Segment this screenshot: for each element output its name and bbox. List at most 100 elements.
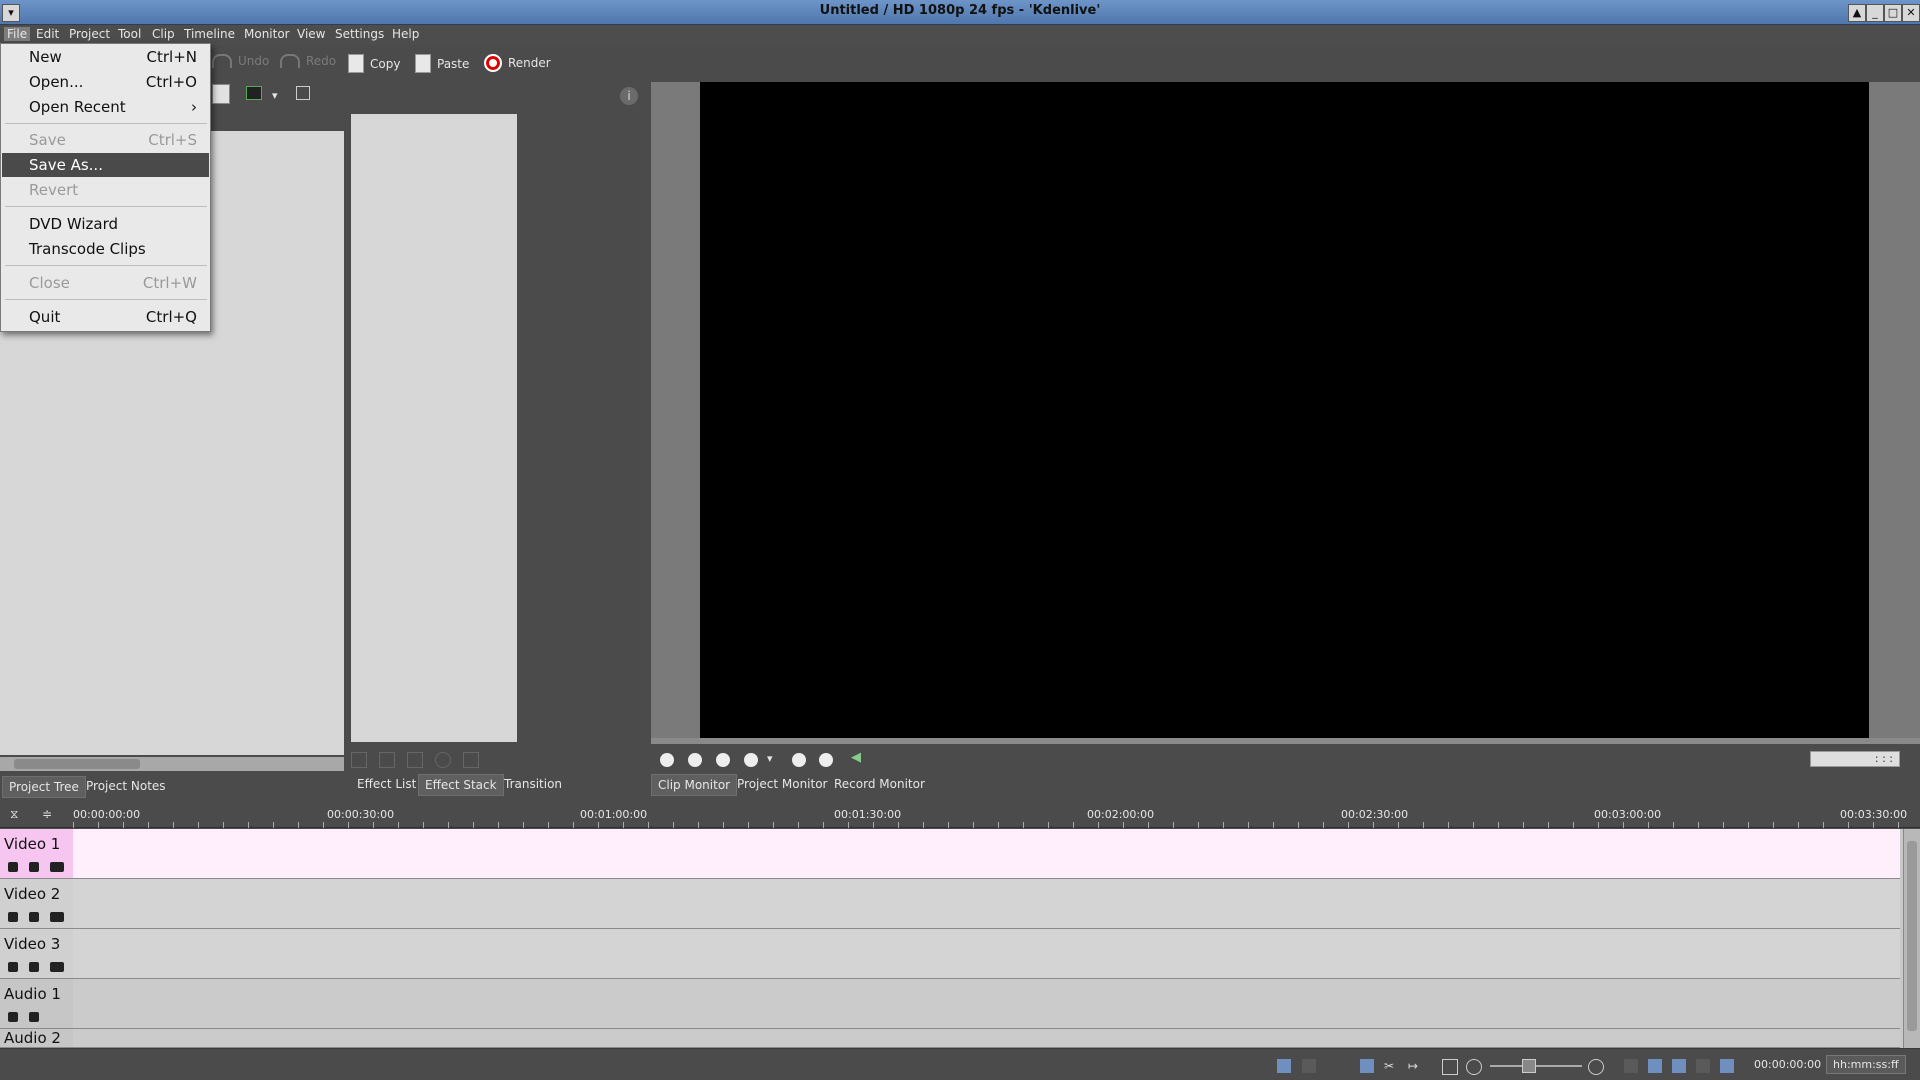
mute-audio-icon[interactable] (29, 862, 39, 872)
reset-effect-icon[interactable] (435, 752, 451, 768)
track-config-icon[interactable]: ≑ (42, 807, 52, 821)
razor-tool-icon[interactable]: ✂ (1384, 1059, 1398, 1073)
forward-icon[interactable] (792, 753, 806, 767)
tab-project-monitor[interactable]: Project Monitor (731, 774, 834, 794)
menu-item-save-as[interactable]: Save As... (2, 153, 209, 177)
move-up-icon[interactable] (379, 752, 395, 768)
edit-clip-icon[interactable] (296, 86, 310, 100)
tab-project-notes[interactable]: Project Notes (80, 776, 172, 796)
show-markers-icon[interactable] (1624, 1059, 1638, 1073)
menu-timeline[interactable]: Timeline (184, 27, 235, 41)
timeline-ruler[interactable]: ⧖ ≑ 00:00:00:00 00:00:30:00 00:01:00:00 … (0, 802, 1920, 828)
undo-button[interactable]: Undo (212, 54, 269, 68)
minimize-button[interactable]: _ (1866, 4, 1884, 22)
scrollbar-thumb[interactable] (1907, 841, 1917, 1031)
spacer-tool-icon[interactable]: ↦ (1408, 1059, 1422, 1073)
zoom-fit-icon[interactable]: ⧖ (10, 807, 18, 822)
menu-edit[interactable]: Edit (36, 27, 59, 41)
tab-effect-list[interactable]: Effect List (351, 774, 422, 794)
tab-clip-monitor[interactable]: Clip Monitor (651, 774, 738, 796)
effect-stack-list[interactable] (351, 114, 517, 742)
close-button[interactable]: ✕ (1902, 4, 1920, 22)
zoom-slider[interactable] (1490, 1059, 1582, 1073)
menu-monitor[interactable]: Monitor (244, 27, 290, 41)
tab-record-monitor[interactable]: Record Monitor (828, 774, 931, 794)
play-icon[interactable] (744, 753, 758, 767)
menu-item-save[interactable]: Save Ctrl+S (2, 128, 209, 152)
menu-item-open-recent[interactable]: Open Recent › (2, 95, 209, 119)
menu-help[interactable]: Help (392, 27, 419, 41)
zoom-in-icon[interactable] (1588, 1059, 1604, 1075)
search-field[interactable] (212, 84, 230, 104)
set-zone-out-icon[interactable] (688, 753, 702, 767)
track-header-audio-2[interactable]: Audio 2 (0, 1029, 73, 1048)
track-header-audio-1[interactable]: Audio 1 (0, 979, 73, 1029)
save-effect-icon[interactable] (463, 752, 479, 768)
mute-audio-icon[interactable] (29, 912, 39, 922)
gear-icon[interactable] (819, 753, 833, 767)
menu-file[interactable]: File (4, 27, 31, 41)
paste-button[interactable]: Paste (415, 54, 469, 73)
menu-item-revert[interactable]: Revert (2, 178, 209, 202)
horizontal-scrollbar[interactable] (0, 757, 344, 771)
menu-settings[interactable]: Settings (335, 27, 384, 41)
selection-tool-icon[interactable] (1360, 1059, 1374, 1073)
split-audio-icon[interactable] (1696, 1059, 1710, 1073)
time-format-select[interactable]: hh:mm:ss:ff (1826, 1055, 1906, 1074)
track-video-3[interactable] (73, 929, 1900, 979)
hide-video-icon[interactable] (50, 912, 64, 922)
track-video-1[interactable] (73, 829, 1900, 879)
monitor-timecode-field[interactable]: : : : (1810, 751, 1900, 767)
menu-view[interactable]: View (297, 27, 325, 41)
maximize-button[interactable]: □ (1884, 4, 1902, 22)
tab-transition[interactable]: Transition (498, 774, 568, 794)
hide-video-icon[interactable] (50, 962, 64, 972)
track-header-video-1[interactable]: Video 1 (0, 829, 73, 879)
vertical-scrollbar[interactable] (1903, 829, 1920, 1048)
mute-audio-icon[interactable] (29, 962, 39, 972)
show-audio-waveform-icon[interactable] (1672, 1059, 1686, 1073)
render-button[interactable]: Render (484, 54, 551, 72)
add-effect-icon[interactable] (351, 752, 367, 768)
menu-item-dvd-wizard[interactable]: DVD Wizard (2, 212, 209, 236)
menu-item-transcode-clips[interactable]: Transcode Clips (2, 237, 209, 261)
move-down-icon[interactable] (407, 752, 423, 768)
add-clip-icon[interactable] (246, 86, 262, 100)
hide-video-icon[interactable] (50, 862, 64, 872)
tab-effect-stack[interactable]: Effect Stack (418, 774, 504, 796)
show-audio-thumbnails-icon[interactable] (1302, 1059, 1316, 1073)
track-video-2[interactable] (73, 879, 1900, 929)
scrollbar-thumb[interactable] (14, 759, 140, 769)
zoom-out-icon[interactable] (1466, 1059, 1482, 1075)
tab-project-tree[interactable]: Project Tree (2, 776, 86, 798)
redo-button[interactable]: Redo (280, 54, 336, 68)
ripple-icon[interactable] (1720, 1059, 1734, 1073)
menu-tool[interactable]: Tool (118, 27, 141, 41)
menu-project[interactable]: Project (69, 27, 110, 41)
rewind-icon[interactable] (716, 753, 730, 767)
copy-button[interactable]: Copy (348, 54, 400, 73)
menu-item-close[interactable]: Close Ctrl+W (2, 271, 209, 295)
chevron-down-icon[interactable]: ▾ (272, 89, 278, 102)
zoom-slider-handle[interactable] (1522, 1059, 1536, 1073)
info-icon[interactable]: i (620, 87, 638, 105)
lock-icon[interactable] (8, 1012, 18, 1022)
snap-icon[interactable] (1648, 1059, 1662, 1073)
lock-icon[interactable] (8, 962, 18, 972)
menu-item-new[interactable]: New Ctrl+N (2, 45, 209, 69)
shade-button[interactable]: ▲ (1848, 4, 1866, 22)
volume-icon[interactable]: ◀ (851, 750, 861, 765)
track-header-video-3[interactable]: Video 3 (0, 929, 73, 979)
chevron-down-icon[interactable]: ▾ (767, 752, 773, 765)
menu-item-quit[interactable]: Quit Ctrl+Q (2, 305, 209, 329)
track-header-video-2[interactable]: Video 2 (0, 879, 73, 929)
show-video-thumbnails-icon[interactable] (1277, 1059, 1291, 1073)
menu-clip[interactable]: Clip (152, 27, 175, 41)
clip-monitor-screen[interactable] (700, 82, 1869, 738)
lock-icon[interactable] (8, 912, 18, 922)
menu-item-open[interactable]: Open... Ctrl+O (2, 70, 209, 94)
track-audio-2[interactable] (73, 1029, 1900, 1048)
mute-audio-icon[interactable] (29, 1012, 39, 1022)
fit-zoom-icon[interactable] (1442, 1059, 1458, 1075)
track-audio-1[interactable] (73, 979, 1900, 1029)
